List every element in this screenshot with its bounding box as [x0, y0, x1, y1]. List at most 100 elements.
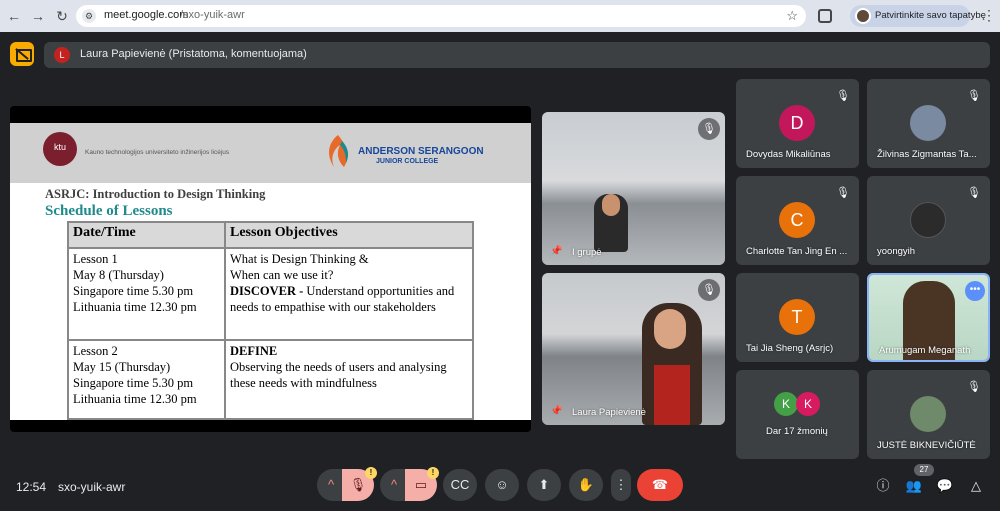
participant-name: yoongyih	[877, 246, 916, 257]
presentation-slide: ktu Kauno technologijos universiteto inž…	[10, 123, 531, 420]
lesson-line: Lithuania time 12.30 pm	[73, 300, 197, 314]
slide-header: ktu Kauno technologijos universiteto inž…	[10, 123, 531, 183]
shared-screen[interactable]: ktu Kauno technologijos universiteto inž…	[10, 106, 531, 432]
more-participants-tile[interactable]: K K Dar 17 žmonių	[736, 370, 859, 459]
objective-line: What is Design Thinking &	[230, 252, 369, 266]
participant-name: I grupė	[572, 247, 602, 258]
presenter-label: Laura Papievienė (Pristatoma, komentuoja…	[80, 48, 307, 60]
participant-tile[interactable]: 🎙 Žilvinas Zigmantas Ta...	[867, 79, 990, 168]
participant-avatar	[910, 105, 946, 141]
video-tile-classroom[interactable]: 🎙 📌 I grupė	[542, 112, 725, 265]
address-bar[interactable]: ⚙ meet.google.com /sxo-yuik-awr ☆	[76, 5, 806, 27]
lesson-date-cell: Lesson 1 May 8 (Thursday) Singapore time…	[67, 247, 226, 341]
person-face	[654, 309, 686, 349]
participant-tile[interactable]: T Tai Jia Sheng (Asrjc)	[736, 273, 859, 362]
info-icon[interactable]: ⓘ	[874, 477, 892, 495]
captions-button[interactable]: CC	[443, 469, 477, 501]
profile-button[interactable]: Patvirtinkite savo tapatybę	[850, 5, 986, 27]
lesson-line: May 15 (Thursday)	[73, 360, 171, 374]
presenter-avatar: L	[54, 47, 70, 63]
participant-name: Tai Jia Sheng (Asrjc)	[746, 343, 834, 354]
profile-label: Patvirtinkite savo tapatybę	[875, 10, 986, 21]
bookmark-star-icon[interactable]: ☆	[786, 8, 798, 24]
more-options-button[interactable]: ⋮	[611, 469, 631, 501]
reactions-button[interactable]: ☺	[485, 469, 519, 501]
person-face	[602, 194, 620, 216]
asjc-logo	[329, 135, 349, 167]
leave-call-button[interactable]: ☎	[637, 469, 683, 501]
participant-name: Charlotte Tan Jing En ...	[746, 246, 848, 257]
pin-icon[interactable]: 📌	[550, 406, 562, 417]
site-settings-icon[interactable]: ⚙	[82, 9, 96, 23]
participant-tile[interactable]: 🎙 C Charlotte Tan Jing En ...	[736, 176, 859, 265]
school-sub: JUNIOR COLLEGE	[376, 158, 439, 165]
participant-avatar: T	[779, 299, 815, 335]
browser-toolbar: ← → ↻ ⚙ meet.google.com /sxo-yuik-awr ☆ …	[0, 0, 1000, 32]
lesson-line: Lesson 1	[73, 252, 118, 266]
table-row: Lesson 1 May 8 (Thursday) Singapore time…	[67, 247, 474, 341]
objective-keyword: DEFINE	[230, 344, 278, 358]
participant-name: JUSTĖ BIKNEVIČIŪTĖ	[877, 440, 976, 451]
school-name: ANDERSON SERANGOON	[358, 146, 484, 157]
present-button[interactable]: ⬆	[527, 469, 561, 501]
participant-avatar	[910, 396, 946, 432]
mic-off-icon: 🎙	[967, 187, 981, 199]
participant-avatar: K	[796, 392, 820, 416]
participant-name: Dovydas Mikaliūnas	[746, 149, 831, 160]
pin-icon[interactable]: 📌	[550, 246, 562, 257]
lesson-line: Lesson 2	[73, 344, 118, 358]
column-header: Lesson Objectives	[224, 221, 474, 249]
warning-icon: !	[427, 467, 439, 479]
lesson-objective-cell: DEFINE Observing the needs of users and …	[224, 339, 474, 420]
slide-subtitle: ASRJC: Introduction to Design Thinking	[45, 187, 266, 201]
more-options-icon[interactable]: •••	[965, 281, 985, 301]
lesson-objective-cell: What is Design Thinking & When can we us…	[224, 247, 474, 341]
mic-off-icon: 🎙	[698, 118, 720, 140]
ktu-text: Kauno technologijos universiteto inžiner…	[85, 149, 230, 156]
forward-icon[interactable]: →	[30, 8, 46, 24]
slide-title: Schedule of Lessons	[45, 203, 173, 219]
url-path: /sxo-yuik-awr	[180, 9, 245, 21]
participant-name: Laura Papievienė	[572, 407, 646, 418]
raise-hand-button[interactable]: ✋	[569, 469, 603, 501]
stop-presenting-icon[interactable]	[10, 42, 34, 66]
url-host: meet.google.com	[104, 9, 189, 21]
clock: 12:54	[16, 480, 47, 494]
lesson-date-cell: Lesson 2 May 15 (Thursday) Singapore tim…	[67, 339, 226, 420]
mic-off-icon: 🎙	[836, 187, 850, 199]
mic-off-icon: 🎙	[698, 279, 720, 301]
camera-options-button[interactable]: ^	[380, 469, 408, 501]
ktu-logo: ktu	[43, 132, 77, 166]
warning-icon: !	[365, 467, 377, 479]
chat-icon[interactable]: 💬	[936, 477, 954, 495]
people-icon[interactable]: 👥	[905, 477, 923, 495]
lesson-line: Singapore time 5.30 pm	[73, 284, 194, 298]
participant-tile[interactable]: 🎙 D Dovydas Mikaliūnas	[736, 79, 859, 168]
participant-tile-speaking[interactable]: ••• Arumugam Meganath	[867, 273, 990, 362]
column-header: Date/Time	[67, 221, 226, 249]
activities-icon[interactable]: △	[967, 477, 985, 495]
lesson-line: Singapore time 5.30 pm	[73, 376, 194, 390]
objective-rest: Observing the needs of users and analysi…	[230, 360, 447, 390]
mic-off-icon: 🎙	[967, 381, 981, 393]
reload-icon[interactable]: ↻	[54, 8, 70, 24]
person-shirt	[654, 365, 690, 425]
video-tile-laura[interactable]: 🎙 📌 Laura Papievienė	[542, 273, 725, 425]
participant-tile[interactable]: 🎙 yoongyih	[867, 176, 990, 265]
extensions-icon[interactable]	[818, 9, 832, 23]
lesson-line: May 8 (Thursday)	[73, 268, 164, 282]
browser-menu-icon[interactable]: ⋮	[982, 7, 996, 24]
back-icon[interactable]: ←	[6, 8, 22, 24]
camera-feed	[542, 112, 725, 265]
participant-name: Arumugam Meganath	[879, 345, 971, 356]
people-count-badge: 27	[914, 464, 934, 476]
lessons-table: Date/Time Lesson Objectives Lesson 1 May…	[67, 221, 474, 420]
participant-tile[interactable]: 🎙 JUSTĖ BIKNEVIČIŪTĖ	[867, 370, 990, 459]
participant-avatar	[910, 202, 946, 238]
profile-avatar	[855, 8, 871, 24]
mic-options-button[interactable]: ^	[317, 469, 345, 501]
objective-text: DISCOVER - Understand opportunities and …	[230, 283, 468, 315]
presenter-bar: L Laura Papievienė (Pristatoma, komentuo…	[44, 42, 990, 68]
meeting-code: sxo-yuik-awr	[58, 480, 126, 494]
participant-avatar: C	[779, 202, 815, 238]
